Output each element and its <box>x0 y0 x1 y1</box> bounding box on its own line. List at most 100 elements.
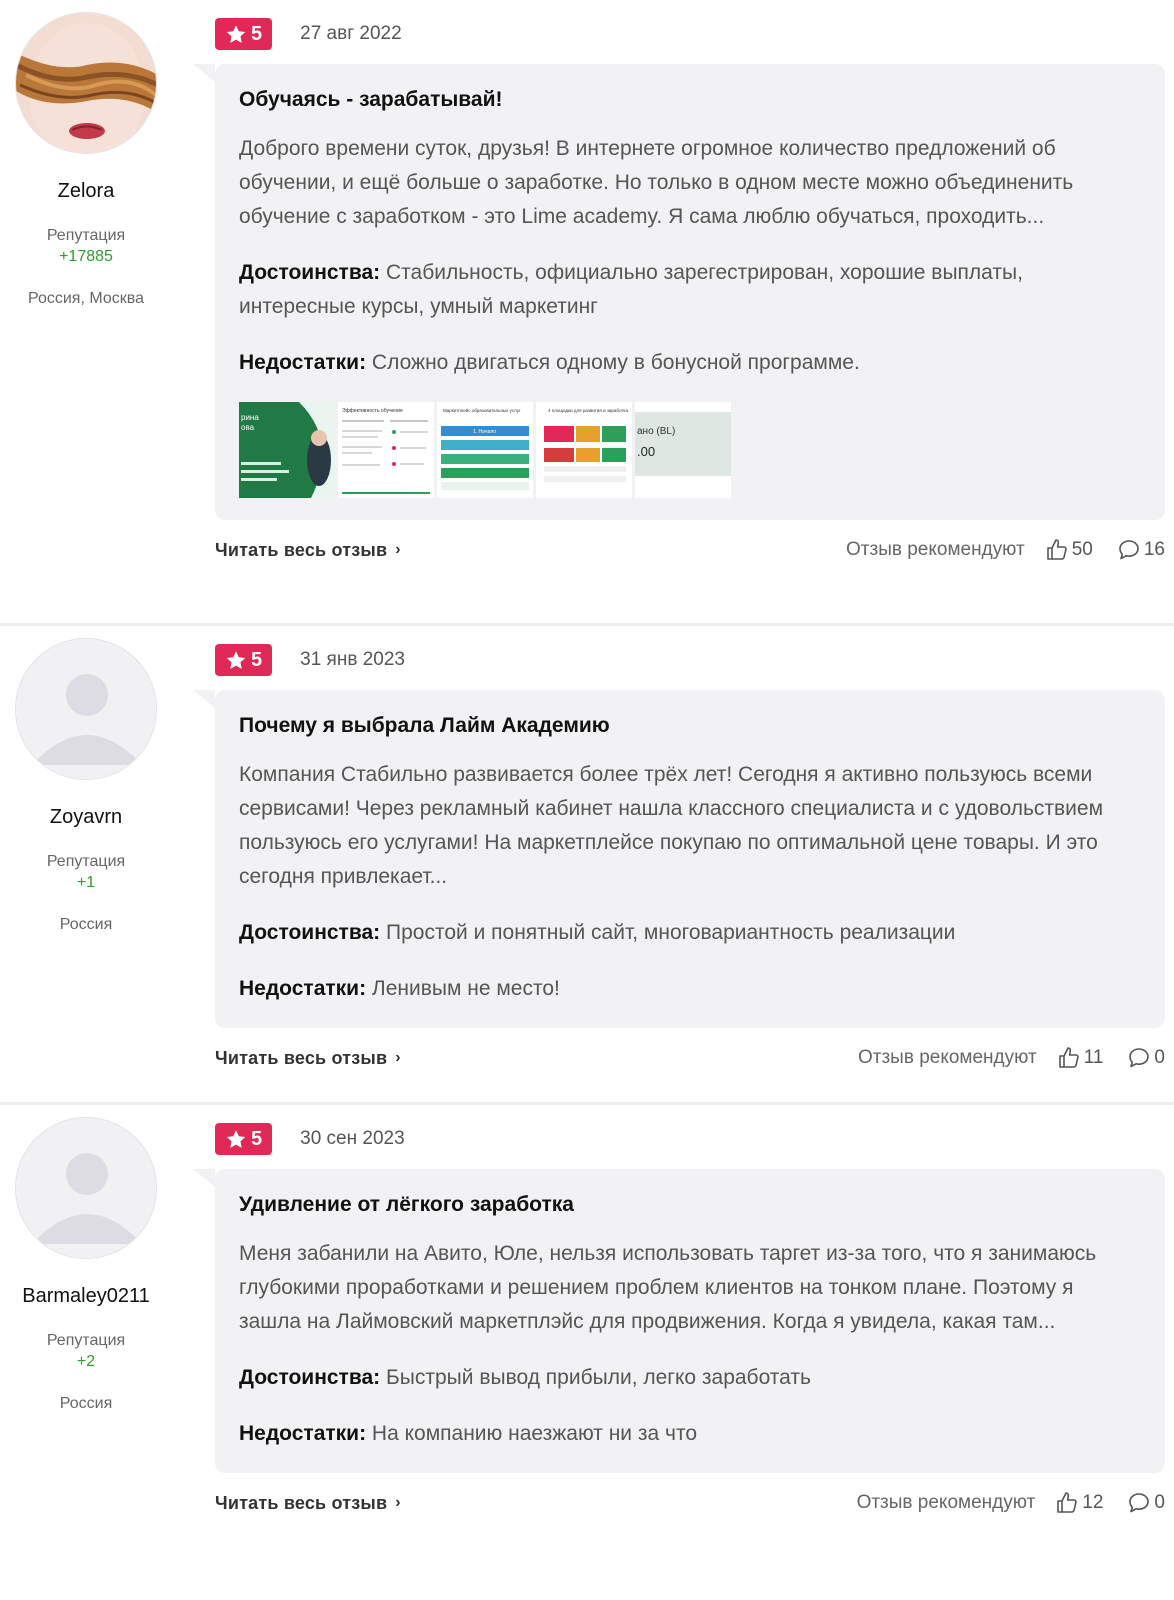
comment-icon <box>1129 1048 1150 1068</box>
cons-label: Недостатки: <box>239 1422 367 1445</box>
reputation-value: +2 <box>76 1353 96 1370</box>
thumbnail-caption: рина <box>241 413 259 422</box>
thumbnail-caption: 1. Начало <box>473 429 496 435</box>
review-meta: 5 30 сен 2023 <box>215 1105 1165 1169</box>
read-full-review-link[interactable]: Читать весь отзыв › <box>215 540 401 561</box>
comment-icon <box>1119 540 1139 560</box>
review-author: Barmaley0211 Репутация +2 Россия <box>0 1105 172 1413</box>
thumbnail-caption: ова <box>241 423 255 432</box>
chevron-right-icon: › <box>395 1049 401 1066</box>
review-date: 31 янв 2023 <box>300 649 405 670</box>
review-card: Zoyavrn Репутация +1 Россия 5 31 янв 202… <box>0 626 1174 1105</box>
thumbnail-image: ано (BL) .00 <box>635 402 731 498</box>
comments-count: 16 <box>1143 539 1165 560</box>
pros-text: Быстрый вывод прибыли, легко заработать <box>386 1366 811 1389</box>
likes-count: 50 <box>1071 539 1093 560</box>
review-stats: Отзыв рекомендуют 50 16 <box>846 538 1165 562</box>
review-cons: Недостатки: Ленивым не место! <box>239 972 1141 1006</box>
review-meta: 5 27 авг 2022 <box>215 0 1165 64</box>
reputation-value: +1 <box>76 874 96 891</box>
review-footer: Читать весь отзыв › Отзыв рекомендуют 11… <box>215 1028 1165 1088</box>
rating-badge: 5 <box>215 644 273 676</box>
review-title[interactable]: Почему я выбрала Лайм Академию <box>239 714 1141 738</box>
review-pros: Достоинства: Простой и понятный сайт, мн… <box>239 916 1141 950</box>
like-button[interactable]: 11 <box>1057 1046 1103 1070</box>
pros-text: Простой и понятный сайт, многовариантнос… <box>386 921 956 944</box>
cons-text: Ленивым не место! <box>371 977 560 1000</box>
review-body: Удивление от лёгкого заработка Меня заба… <box>193 1169 1165 1473</box>
author-location: Россия, Москва <box>28 290 144 307</box>
thumbnail-image: Эффективность обучения <box>338 402 434 498</box>
comments-count: 0 <box>1154 1047 1165 1068</box>
reputation-label: Репутация <box>46 853 126 870</box>
review-title[interactable]: Обучаясь - зарабатывай! <box>239 88 1141 112</box>
review-image-thumbnail[interactable]: 4 площадки для развития и заработка <box>536 402 632 498</box>
read-more-label: Читать весь отзыв <box>215 539 388 560</box>
comments-button[interactable]: 16 <box>1117 538 1165 562</box>
review-body: Обучаясь - зарабатывай! Доброго времени … <box>193 64 1165 520</box>
star-icon <box>226 24 246 43</box>
author-name[interactable]: Barmaley0211 <box>0 1285 172 1308</box>
default-avatar-icon <box>16 639 156 779</box>
review-text: Меня забанили на Авито, Юле, нельзя испо… <box>239 1242 1097 1333</box>
read-full-review-link[interactable]: Читать весь отзыв › <box>215 1493 401 1514</box>
avatar[interactable] <box>15 12 157 154</box>
review-body: Почему я выбрала Лайм Академию Компания … <box>193 690 1165 1028</box>
review-images: рина ова Эффективность обучения Маркетпл… <box>239 402 1141 498</box>
read-full-review-link[interactable]: Читать весь отзыв › <box>215 1048 401 1069</box>
chevron-right-icon: › <box>395 541 401 558</box>
review-card: Barmaley0211 Репутация +2 Россия 5 30 се… <box>0 1105 1174 1600</box>
review-text: Доброго времени суток, друзья! В интерне… <box>239 137 1074 228</box>
comments-button[interactable]: 0 <box>1127 1491 1165 1515</box>
reputation-label: Репутация <box>46 1332 126 1349</box>
avatar[interactable] <box>15 638 157 780</box>
author-name[interactable]: Zelora <box>0 180 172 203</box>
thumbnail-caption: .00 <box>637 444 655 459</box>
thumbnail-image: Маркетплейс образовательных услуг 1. Нач… <box>437 402 533 498</box>
review-date: 30 сен 2023 <box>300 1128 405 1149</box>
comments-button[interactable]: 0 <box>1127 1046 1165 1070</box>
thumbs-up-icon <box>1046 539 1067 560</box>
review-content: 5 27 авг 2022 Обучаясь - зарабатывай! До… <box>193 0 1165 580</box>
comment-icon <box>1129 1493 1150 1513</box>
review-pros: Достоинства: Стабильность, официально за… <box>239 256 1141 324</box>
review-image-thumbnail[interactable]: Эффективность обучения <box>338 402 434 498</box>
like-button[interactable]: 50 <box>1045 538 1093 562</box>
rating-badge: 5 <box>215 18 273 50</box>
review-footer: Читать весь отзыв › Отзыв рекомендуют 50… <box>215 520 1165 580</box>
thumbnail-image: 4 площадки для развития и заработка <box>536 402 632 498</box>
cons-text: На компанию наезжают ни за что <box>371 1422 698 1445</box>
rating-badge: 5 <box>215 1123 273 1155</box>
rating-value: 5 <box>251 22 263 45</box>
cons-label: Недостатки: <box>239 351 367 374</box>
thumbnail-caption: ано (BL) <box>637 426 675 437</box>
review-content: 5 30 сен 2023 Удивление от лёгкого зараб… <box>193 1105 1165 1533</box>
review-card: Zelora Репутация +17885 Россия, Москва 5… <box>0 0 1174 626</box>
cons-text: Сложно двигаться одному в бонусной прогр… <box>371 351 860 374</box>
thumbnail-caption: Маркетплейс образовательных услуг <box>443 407 521 413</box>
review-cons: Недостатки: На компанию наезжают ни за ч… <box>239 1417 1141 1451</box>
review-cons: Недостатки: Сложно двигаться одному в бо… <box>239 346 1141 380</box>
star-icon <box>226 1129 246 1148</box>
reputation-label: Репутация <box>46 227 126 244</box>
review-text: Компания Стабильно развивается более трё… <box>239 763 1104 888</box>
review-image-thumbnail[interactable]: рина ова <box>239 402 335 498</box>
cons-label: Недостатки: <box>239 977 367 1000</box>
recommend-label: Отзыв рекомендуют <box>846 539 1025 560</box>
review-image-thumbnail[interactable]: ано (BL) .00 <box>635 402 731 498</box>
read-more-label: Читать весь отзыв <box>215 1047 388 1068</box>
read-more-label: Читать весь отзыв <box>215 1492 388 1513</box>
review-image-thumbnail[interactable]: Маркетплейс образовательных услуг 1. Нач… <box>437 402 533 498</box>
recommend-label: Отзыв рекомендуют <box>857 1047 1037 1068</box>
like-button[interactable]: 12 <box>1055 1491 1103 1515</box>
avatar[interactable] <box>15 1117 157 1259</box>
review-stats: Отзыв рекомендуют 11 0 <box>858 1046 1165 1070</box>
author-name[interactable]: Zoyavrn <box>0 806 172 829</box>
pros-label: Достоинства: <box>239 921 381 944</box>
review-title[interactable]: Удивление от лёгкого заработка <box>239 1193 1141 1217</box>
avatar-photo <box>16 13 156 153</box>
thumbnail-image: рина ова <box>239 402 335 498</box>
review-date: 27 авг 2022 <box>300 23 402 44</box>
rating-value: 5 <box>251 1127 263 1150</box>
review-footer: Читать весь отзыв › Отзыв рекомендуют 12… <box>215 1473 1165 1533</box>
